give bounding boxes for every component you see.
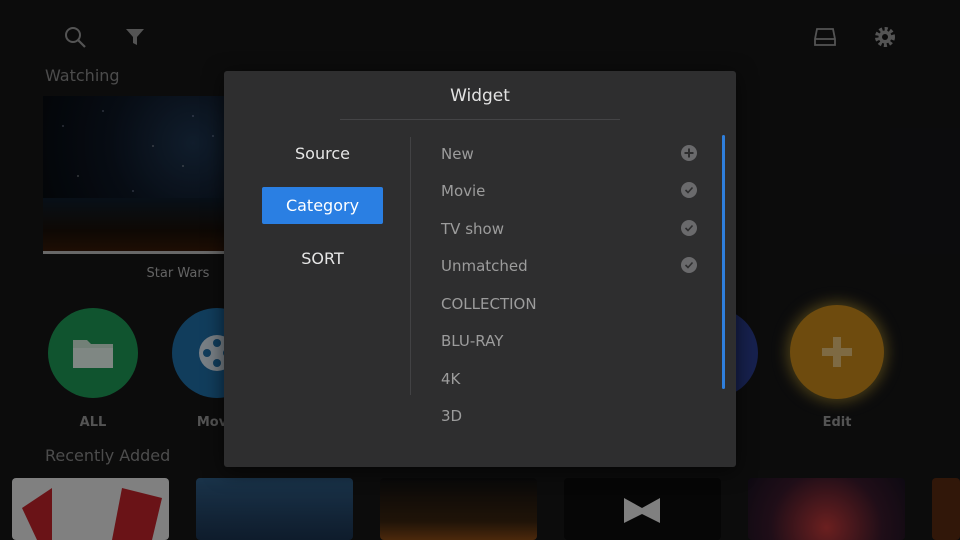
list-item-collection[interactable]: COLLECTION <box>441 285 701 322</box>
list-item-label: BLU-RAY <box>441 331 504 350</box>
check-icon[interactable] <box>681 257 697 273</box>
list-item-label: TV show <box>441 219 504 238</box>
menu-sort[interactable]: SORT <box>262 240 383 277</box>
list-item-label: 3D <box>441 406 463 425</box>
title-divider <box>340 119 620 120</box>
dialog-title: Widget <box>450 86 510 106</box>
check-icon[interactable] <box>681 182 697 198</box>
list-item-3d[interactable]: 3D <box>441 397 701 434</box>
list-item-label: COLLECTION <box>441 294 537 313</box>
list-item-label: Movie <box>441 181 486 200</box>
list-item-tv-show[interactable]: TV show <box>441 210 701 247</box>
list-item-label: Unmatched <box>441 256 528 275</box>
list-item-blu-ray[interactable]: BLU-RAY <box>441 322 701 359</box>
menu-source[interactable]: Source <box>262 135 383 172</box>
list-scrollbar[interactable] <box>722 135 725 389</box>
list-item-label: 4K <box>441 369 461 388</box>
list-item-4k[interactable]: 4K <box>441 360 701 397</box>
column-divider <box>410 137 411 395</box>
widget-dialog: Widget Source Category SORT New Movie TV… <box>224 71 736 467</box>
list-item-new[interactable]: New <box>441 135 701 172</box>
list-item-unmatched[interactable]: Unmatched <box>441 247 701 284</box>
plus-icon[interactable] <box>681 145 697 161</box>
menu-category[interactable]: Category <box>262 187 383 224</box>
list-item-label: New <box>441 144 474 163</box>
check-icon[interactable] <box>681 220 697 236</box>
list-item-movie[interactable]: Movie <box>441 172 701 209</box>
